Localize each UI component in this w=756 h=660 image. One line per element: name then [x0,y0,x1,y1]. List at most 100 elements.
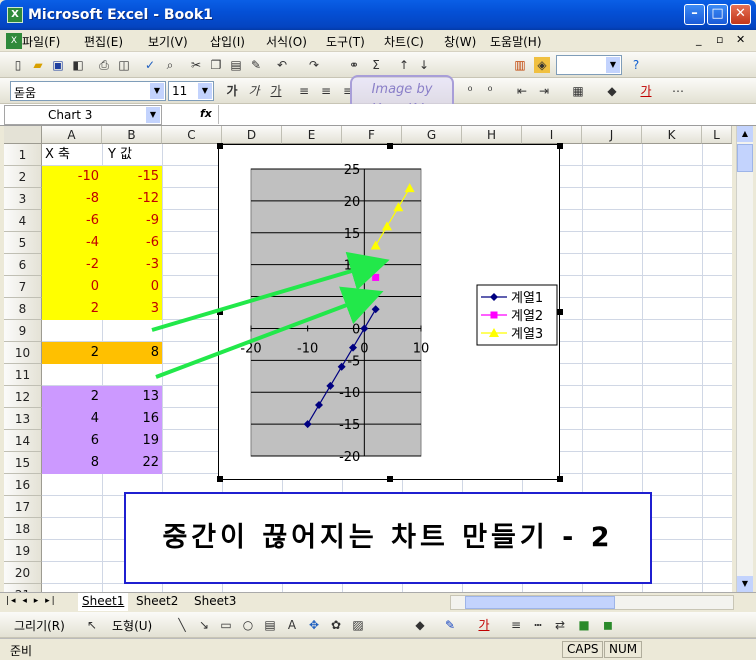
drawing-toolbar: 그리기(R) ↖ 도형(U) ╲ ↘ ▭ ○ ▤ A ✥ ✿ ▨ ◆ ✎ 가 ≡… [0,612,756,638]
increase-indent-icon[interactable]: ⇥ [536,83,552,99]
line-icon[interactable]: ╲ [174,617,190,633]
line-style-icon[interactable]: ≡ [508,617,524,633]
tab-sheet1[interactable]: Sheet1 [78,593,129,611]
maximize-button[interactable]: □ [707,4,728,25]
diagram-icon[interactable]: ✥ [306,617,322,633]
tab-scroll-icons[interactable]: |◂ ◂ ▸ ▸| [6,596,57,606]
sheet-tab-bar: |◂ ◂ ▸ ▸| Sheet1 Sheet2 Sheet3 [0,592,756,612]
formula-input[interactable] [218,105,752,124]
zoom-combo[interactable]: ▼ [556,55,622,75]
autosum-icon[interactable]: Σ [368,57,384,73]
spelling-icon[interactable]: ✓ [142,57,158,73]
menu-item-2[interactable]: 보기(V) [148,33,188,50]
save-icon[interactable]: ▣ [50,57,66,73]
status-num: NUM [604,641,643,658]
oval-icon[interactable]: ○ [240,617,256,633]
redo-icon[interactable]: ↷ [306,57,322,73]
print-icon[interactable]: ⎙ [96,57,112,73]
insert-function-icon[interactable]: fx [200,107,212,120]
menu-bar: X 파일(F) 편집(E) 보기(V) 삽입(I) 서식(O) 도구(T) 차트(C) 창(W… [0,30,756,52]
doc-minimize-icon[interactable]: _ [696,33,702,46]
chart-wizard-icon[interactable]: ▥ [512,57,528,73]
underline-icon[interactable]: 가 [268,83,284,99]
shadow-style-icon[interactable]: ■ [576,617,592,633]
format-painter-icon[interactable]: ✎ [248,57,264,73]
menu-item-7[interactable]: 창(W) [444,33,476,50]
font-color-icon[interactable]: 가 [638,83,654,99]
tab-sheet2[interactable]: Sheet2 [132,593,182,611]
font-name-combo[interactable]: 돋움 ▼ [10,81,166,101]
draw-menu-button[interactable]: 그리기(R) [14,617,65,634]
font-size-combo[interactable]: 11 ▼ [168,81,214,101]
close-button[interactable]: ✕ [730,4,751,25]
bold-icon[interactable]: 가 [224,83,240,99]
open-icon[interactable]: ▰ [30,57,46,73]
excel-app-icon[interactable]: X [7,7,23,23]
drawing-icon[interactable]: ◈ [534,57,550,73]
menu-item-3[interactable]: 삽입(I) [210,33,245,50]
title-bar: X Microsoft Excel - Book1 – □ ✕ [0,0,756,30]
hscroll-thumb[interactable] [465,596,615,609]
decrease-decimal-icon[interactable]: ⁰ [482,83,498,99]
help-icon[interactable]: ? [628,57,644,73]
select-objects-icon[interactable]: ↖ [84,617,100,633]
scroll-thumb[interactable] [737,144,753,172]
menu-item-6[interactable]: 차트(C) [384,33,424,50]
formula-bar: Chart 3 ▼ fx [0,104,756,126]
print-preview-icon[interactable]: ◫ [116,57,132,73]
rectangle-icon[interactable]: ▭ [218,617,234,633]
decrease-indent-icon[interactable]: ⇤ [514,83,530,99]
copy-icon[interactable]: ❐ [208,57,224,73]
cut-icon[interactable]: ✂ [188,57,204,73]
sort-descending-icon[interactable]: ↓ [416,57,432,73]
minimize-button[interactable]: – [684,4,705,25]
doc-close-icon[interactable]: ✕ [736,33,745,46]
status-caps: CAPS [562,641,604,658]
toolbar-options-icon[interactable]: ⋯ [670,83,686,99]
align-center-icon[interactable]: ≡ [318,83,334,99]
textbox-icon[interactable]: ▤ [262,617,278,633]
horizontal-scrollbar[interactable] [450,595,734,610]
research-icon[interactable]: ⌕ [162,57,178,73]
paste-icon[interactable]: ▤ [228,57,244,73]
picture-icon[interactable]: ▨ [350,617,366,633]
arrow-style-icon[interactable]: ⇄ [552,617,568,633]
arrow-to-series2 [151,251,390,332]
line-color-icon[interactable]: ✎ [442,617,458,633]
arrow-icon[interactable]: ↘ [196,617,212,633]
vertical-scrollbar[interactable]: ▲ ▼ [736,126,753,592]
menu-item-1[interactable]: 편집(E) [84,33,123,50]
arrow-to-gap [155,286,384,379]
3d-style-icon[interactable]: ◼ [600,617,616,633]
name-box[interactable]: Chart 3 ▼ [4,105,162,125]
draw-font-color-icon[interactable]: 가 [476,617,492,633]
window-title: Microsoft Excel - Book1 [28,7,213,23]
status-bar: 준비 CAPS NUM [0,638,756,660]
align-left-icon[interactable]: ≡ [296,83,312,99]
wordart-icon[interactable]: A [284,617,300,633]
increase-decimal-icon[interactable]: ⁰ [462,83,478,99]
menu-item-8[interactable]: 도움말(H) [490,33,542,50]
worksheet-grid[interactable]: ABCDEFGHIJKL 1 2 3 4 5 6 7 8 9 10 11 12 13 14 15 16 17 18… [4,126,732,592]
sort-ascending-icon[interactable]: ↑ [396,57,412,73]
clipart-icon[interactable]: ✿ [328,617,344,633]
workbook-icon[interactable]: X [6,33,22,49]
doc-restore-icon[interactable]: ▫ [716,33,723,46]
borders-icon[interactable]: ▦ [570,83,586,99]
menu-item-5[interactable]: 도구(T) [326,33,365,50]
draw-fill-color-icon[interactable]: ◆ [412,617,428,633]
fill-color-icon[interactable]: ◆ [604,83,620,99]
hyperlink-icon[interactable]: ⚭ [346,57,362,73]
title-banner: 중간이 끊어지는 차트 만들기 - 2 [124,492,652,584]
permission-icon[interactable]: ◧ [70,57,86,73]
new-icon[interactable]: ▯ [10,57,26,73]
menu-item-4[interactable]: 서식(O) [266,33,307,50]
undo-icon[interactable]: ↶ [274,57,290,73]
dash-style-icon[interactable]: ┅ [530,617,546,633]
scroll-up-icon[interactable]: ▲ [737,126,753,142]
italic-icon[interactable]: 가 [246,83,262,99]
autoshapes-button[interactable]: 도형(U) [112,617,152,634]
menu-item-0[interactable]: 파일(F) [22,33,60,50]
tab-sheet3[interactable]: Sheet3 [190,593,240,611]
scroll-down-icon[interactable]: ▼ [737,576,753,592]
